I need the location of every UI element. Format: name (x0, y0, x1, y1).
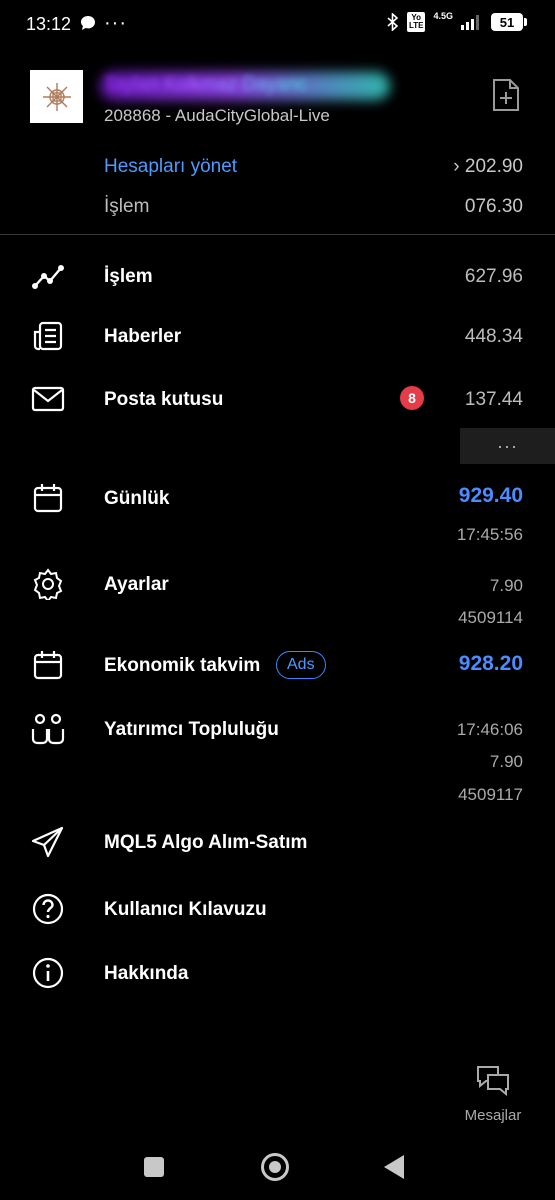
trade-value: 627.96 (464, 266, 523, 287)
journal-time: 17:45:56 (456, 525, 523, 544)
trade-chart-icon (30, 258, 66, 294)
status-time: 13:12 (26, 14, 72, 34)
mail-icon (30, 381, 66, 417)
signal-icon (461, 15, 479, 30)
menu-item-user-guide[interactable]: Kullanıcı Kılavuzu (104, 899, 267, 921)
volte-icon: Yo LTE (406, 12, 426, 32)
manage-accounts-link[interactable]: Hesapları yönet (104, 156, 237, 178)
network-type: 4.5G (433, 11, 453, 21)
account-name: Taylan Kolkmaz Dayanc (104, 74, 307, 95)
settings-value: 7.90 (489, 576, 523, 595)
messages-chat-icon (477, 1066, 509, 1097)
journal-calendar-icon (30, 480, 66, 516)
info-icon (30, 955, 66, 991)
community-time: 17:46:06 (456, 720, 523, 739)
messages-button[interactable]: Mesajlar (456, 1064, 530, 1124)
ads-badge: Ads (276, 651, 326, 679)
community-code: 4509117 (458, 785, 523, 804)
menu-item-trade[interactable]: İşlem (104, 266, 153, 288)
manage-accounts-value: › 202.90 (453, 156, 523, 177)
mailbox-unread-badge: 8 (400, 386, 424, 410)
menu-item-trader-community[interactable]: Yatırımcı Topluluğu (104, 719, 279, 741)
mailbox-value: 137.44 (464, 389, 523, 410)
menu-item-journal[interactable]: Günlük (104, 488, 169, 510)
trade-sub-value: 076.30 (464, 196, 523, 217)
news-icon (30, 318, 66, 354)
menu-item-mailbox[interactable]: Posta kutusu (104, 389, 223, 411)
chat-notification-icon (80, 15, 96, 36)
economic-calendar-icon (30, 647, 66, 683)
menu-item-economic-calendar[interactable]: Ekonomik takvim (104, 655, 260, 677)
menu-item-about[interactable]: Hakkında (104, 963, 188, 985)
menu-item-mql5-algo[interactable]: MQL5 Algo Alım-Satım (104, 832, 307, 854)
more-options-button[interactable]: ··· (460, 428, 555, 464)
header-divider (0, 234, 555, 235)
economic-calendar-value: 928.20 (458, 652, 523, 675)
add-account-icon[interactable] (491, 78, 521, 117)
menu-item-settings[interactable]: Ayarlar (104, 574, 169, 596)
back-button[interactable] (384, 1155, 404, 1179)
community-value: 7.90 (489, 752, 523, 771)
menu-item-news[interactable]: Haberler (104, 326, 181, 348)
trade-sub-label: İşlem (104, 196, 150, 217)
system-navigation-bar (0, 1140, 555, 1200)
gear-icon (30, 566, 66, 602)
journal-value: 929.40 (458, 484, 523, 507)
battery-icon: 51 (491, 13, 527, 31)
status-bar: 13:12 ··· Yo LTE 4.5G 51 (0, 0, 555, 48)
bluetooth-icon (387, 13, 399, 31)
news-value: 448.34 (464, 326, 523, 347)
help-question-icon (30, 891, 66, 927)
messages-label: Mesajlar (464, 1107, 522, 1124)
home-button[interactable] (261, 1153, 289, 1181)
status-more-icon: ··· (104, 12, 127, 34)
send-paper-plane-icon (30, 824, 66, 860)
community-icon (30, 711, 66, 747)
account-number-server: 208868 - AudaCityGlobal-Live (104, 106, 330, 125)
broker-logo (30, 70, 83, 123)
recent-apps-button[interactable] (144, 1157, 164, 1177)
settings-code: 4509114 (458, 608, 523, 627)
